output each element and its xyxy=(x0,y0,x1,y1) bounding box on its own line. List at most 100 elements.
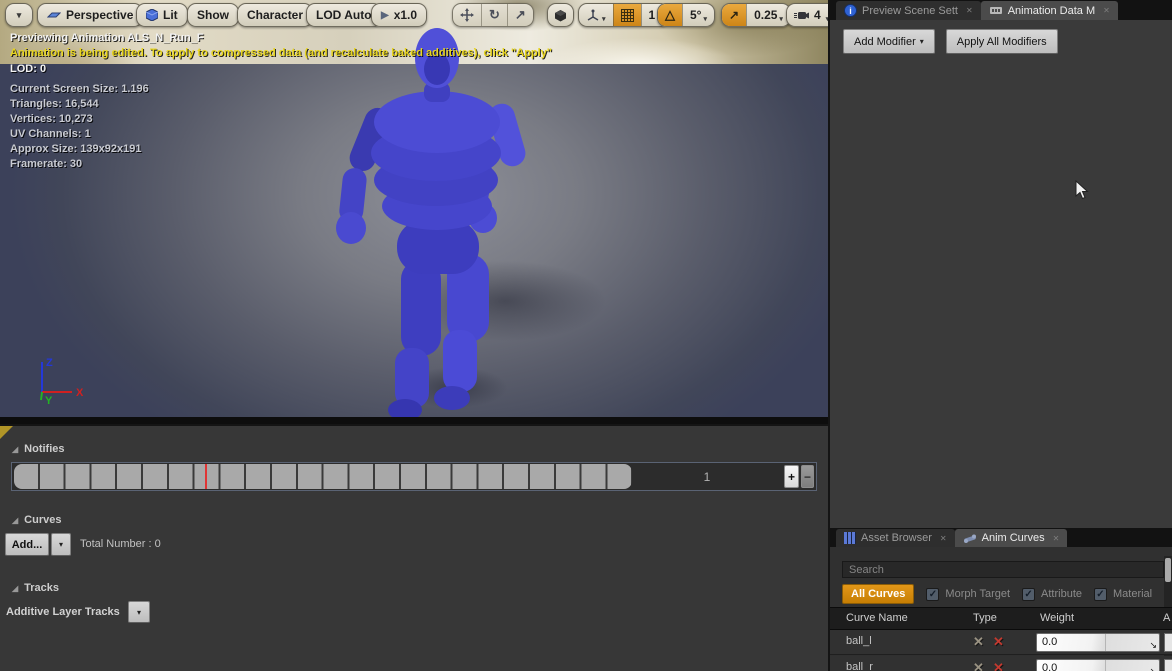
caret-down-icon: ▾ xyxy=(137,608,141,617)
curves-section-header[interactable]: ◢ Curves xyxy=(12,514,61,526)
checkbox-checked-icon[interactable]: ✓ xyxy=(1022,588,1035,601)
col-auto[interactable]: A xyxy=(1163,612,1170,624)
notify-track[interactable] xyxy=(14,464,632,489)
curve-filter-row: All Curves ✓ Morph Target ✓ Attribute ✓ … xyxy=(842,584,1152,604)
material-type-x-icon: ✕ xyxy=(993,634,1004,650)
character-model[interactable] xyxy=(315,20,565,420)
scrollbar-thumb[interactable] xyxy=(1165,558,1171,582)
weight-spinbox[interactable]: 0.0 ↘ xyxy=(1036,633,1160,652)
add-notify-track-button[interactable]: + xyxy=(784,465,799,488)
camera-speed-button[interactable]: 4 ▾ xyxy=(786,3,828,27)
tracks-section-header[interactable]: ◢ Tracks xyxy=(12,582,59,594)
morph-target-filter[interactable]: ✓ Morph Target xyxy=(926,588,1010,601)
checkbox-checked-icon[interactable]: ✓ xyxy=(1094,588,1107,601)
col-weight[interactable]: Weight xyxy=(1040,612,1074,624)
auto-checkbox[interactable] xyxy=(1164,633,1172,652)
axis-gizmo: Z X Y xyxy=(28,352,90,408)
rotation-snap-toggle[interactable]: △ xyxy=(658,4,682,26)
attribute-filter[interactable]: ✓ Attribute xyxy=(1022,588,1082,601)
move-tool-button[interactable] xyxy=(453,4,481,26)
anim-curve-icon xyxy=(963,533,977,544)
stat-screen-size: Current Screen Size: 1.196 xyxy=(10,83,149,95)
right-leg xyxy=(434,254,489,410)
material-filter[interactable]: ✓ Material xyxy=(1094,588,1152,601)
corner-arrow-icon: ↘ xyxy=(1149,666,1157,671)
grid-snap-toggle[interactable] xyxy=(613,4,641,26)
tab-asset-browser[interactable]: Asset Browser ✕ xyxy=(836,529,955,547)
curve-row-ball-l[interactable]: ball_l ✕ ✕ 0.0 ↘ xyxy=(830,630,1172,655)
add-curve-dropdown-button[interactable]: ▾ xyxy=(51,533,71,556)
spinbox-divider xyxy=(1105,634,1106,651)
apply-all-modifiers-button[interactable]: Apply All Modifiers xyxy=(946,29,1058,54)
morph-type-x-icon: ✕ xyxy=(973,660,984,671)
scale-snap-value-button[interactable]: 0.25 ▾ xyxy=(746,4,790,26)
weight-spinbox[interactable]: 0.0 ↘ xyxy=(1036,659,1160,671)
tab-anim-curves[interactable]: Anim Curves ✕ xyxy=(955,529,1068,547)
close-icon[interactable]: ✕ xyxy=(966,6,973,15)
timeline-playhead[interactable] xyxy=(205,464,207,489)
close-icon[interactable]: ✕ xyxy=(1053,534,1060,543)
additive-tracks-dropdown-button[interactable]: ▾ xyxy=(128,601,150,623)
coordinate-system-button[interactable] xyxy=(547,3,574,27)
col-type[interactable]: Type xyxy=(973,612,997,624)
weight-value: 0.0 xyxy=(1042,662,1057,671)
animation-detail-panel: ◢ Notifies 1 + − ◢ Curves Add... ▾ Total… xyxy=(0,426,828,671)
auto-checkbox[interactable] xyxy=(1164,659,1172,671)
rotate-icon: ↻ xyxy=(489,7,500,23)
show-menu-button[interactable]: Show xyxy=(187,3,239,27)
caret-down-icon: ▾ xyxy=(59,540,63,549)
caret-down-icon: ▾ xyxy=(17,10,22,21)
scale-snap-toggle[interactable]: ↗ xyxy=(722,4,746,26)
play-icon: ▶ xyxy=(381,10,389,21)
corner-arrow-icon: ↘ xyxy=(1149,640,1157,651)
curve-row-ball-r[interactable]: ball_r ✕ ✕ 0.0 ↘ xyxy=(830,656,1172,671)
close-icon[interactable]: ✕ xyxy=(1103,6,1110,15)
lit-label: Lit xyxy=(163,8,178,22)
axis-z-label: Z xyxy=(46,357,53,369)
stat-vertices: Vertices: 10,273 xyxy=(10,113,93,125)
scale-tool-button[interactable]: ↗ xyxy=(507,4,533,26)
curve-name: ball_r xyxy=(846,661,873,671)
camera-icon xyxy=(794,10,809,20)
notifies-section-header[interactable]: ◢ Notifies xyxy=(12,443,65,455)
expander-icon: ◢ xyxy=(12,516,18,525)
torso xyxy=(371,91,501,274)
scale-snap-icon: ↗ xyxy=(729,8,739,22)
anim-curves-panel: Asset Browser ✕ Anim Curves ✕ All Curves… xyxy=(830,528,1172,671)
tab-label: Preview Scene Sett xyxy=(862,5,958,17)
lod-auto-label: LOD Auto xyxy=(316,8,372,22)
viewport-bottom-edge xyxy=(0,417,828,424)
spinbox-divider xyxy=(1105,660,1106,671)
col-curve-name[interactable]: Curve Name xyxy=(846,612,908,624)
viewport-options-dropdown-button[interactable]: ▾ xyxy=(5,3,33,27)
right-bottom-tabbar: Asset Browser ✕ Anim Curves ✕ xyxy=(830,528,1172,547)
perspective-button[interactable]: Perspective xyxy=(37,3,143,27)
curves-title: Curves xyxy=(24,514,61,526)
curve-table-header: Curve Name Type Weight A xyxy=(830,607,1172,630)
close-icon[interactable]: ✕ xyxy=(940,534,947,543)
caret-down-icon: ▾ xyxy=(826,15,828,23)
checkbox-checked-icon[interactable]: ✓ xyxy=(926,588,939,601)
lit-mode-button[interactable]: Lit xyxy=(136,3,188,27)
all-curves-filter-button[interactable]: All Curves xyxy=(842,584,914,604)
stat-triangles: Triangles: 16,544 xyxy=(10,98,99,110)
add-modifier-label: Add Modifier xyxy=(854,36,916,48)
character-menu-button[interactable]: Character xyxy=(237,3,313,27)
rotation-snap-value-button[interactable]: 5° ▾ xyxy=(682,4,714,26)
preview-viewport[interactable]: ▾ Perspective Lit Show Character LOD Aut… xyxy=(0,0,828,424)
rotate-tool-button[interactable]: ↻ xyxy=(481,4,507,26)
playback-speed-button[interactable]: ▶ x1.0 xyxy=(371,3,427,27)
playback-speed-label: x1.0 xyxy=(394,8,417,22)
add-modifier-button[interactable]: Add Modifier ▾ xyxy=(843,29,935,54)
morph-target-label: Morph Target xyxy=(945,588,1010,600)
remove-notify-track-button[interactable]: − xyxy=(801,465,814,488)
search-input[interactable] xyxy=(842,561,1164,578)
surface-snap-button[interactable]: ▾ xyxy=(579,4,613,26)
character-label: Character xyxy=(247,8,303,22)
tab-preview-scene-settings[interactable]: i Preview Scene Sett ✕ xyxy=(836,1,981,20)
add-curve-button[interactable]: Add... xyxy=(5,533,49,556)
mouse-cursor xyxy=(1075,180,1089,200)
tab-animation-data-modifiers[interactable]: Animation Data M ✕ xyxy=(981,1,1118,20)
rotation-snap-icon: △ xyxy=(665,7,675,23)
animation-edited-warning-text: Animation is being edited. To apply to c… xyxy=(10,47,552,59)
